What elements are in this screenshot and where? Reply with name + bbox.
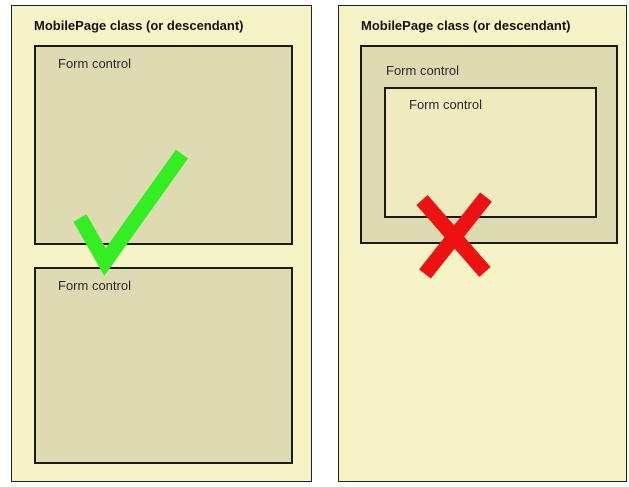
x-icon bbox=[416, 192, 492, 279]
